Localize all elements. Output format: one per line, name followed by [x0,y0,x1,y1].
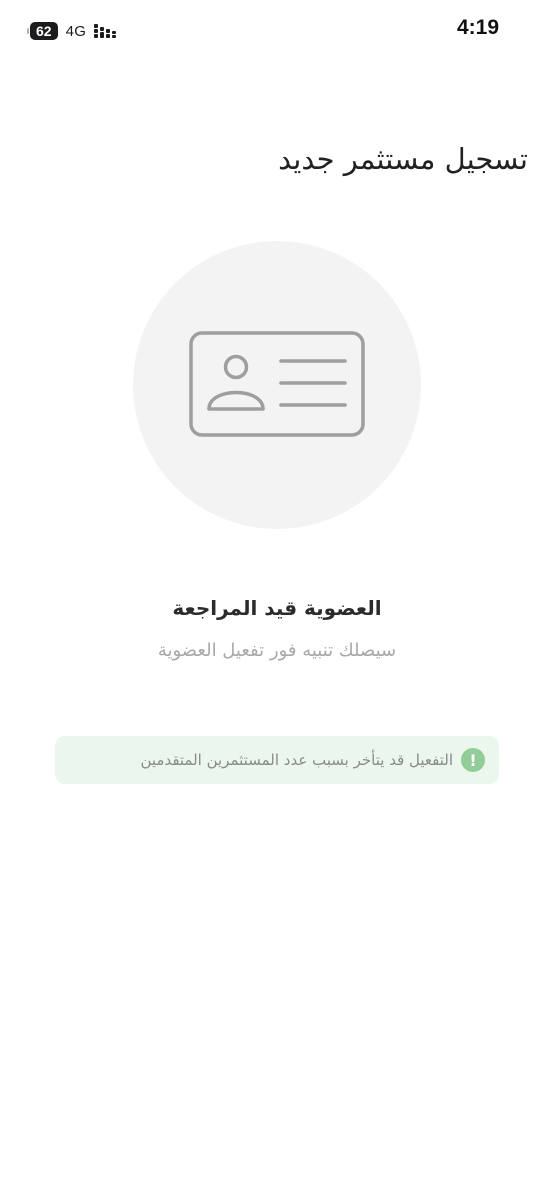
page-title: تسجيل مستثمر جديد [278,142,528,176]
activation-notice-banner: ! التفعيل قد يتأخر بسبب عدد المستثمرين ا… [55,736,499,784]
clock: 4:19 [456,16,499,39]
id-card-icon [189,331,365,437]
info-icon: ! [461,748,485,772]
status-indicators: 62 4G [27,20,118,42]
signal-strength-icon [94,24,117,38]
battery-indicator: 62 [27,22,58,40]
status-bar: 62 4G 4:19 [0,0,554,62]
membership-status-title: العضوية قيد المراجعة [172,596,382,620]
activation-notice-text: التفعيل قد يتأخر بسبب عدد المستثمرين الم… [140,751,453,769]
network-type: 4G [65,22,87,40]
membership-status-subtitle: سيصلك تنبيه فور تفعيل العضوية [157,640,397,661]
id-card-illustration [133,241,421,529]
